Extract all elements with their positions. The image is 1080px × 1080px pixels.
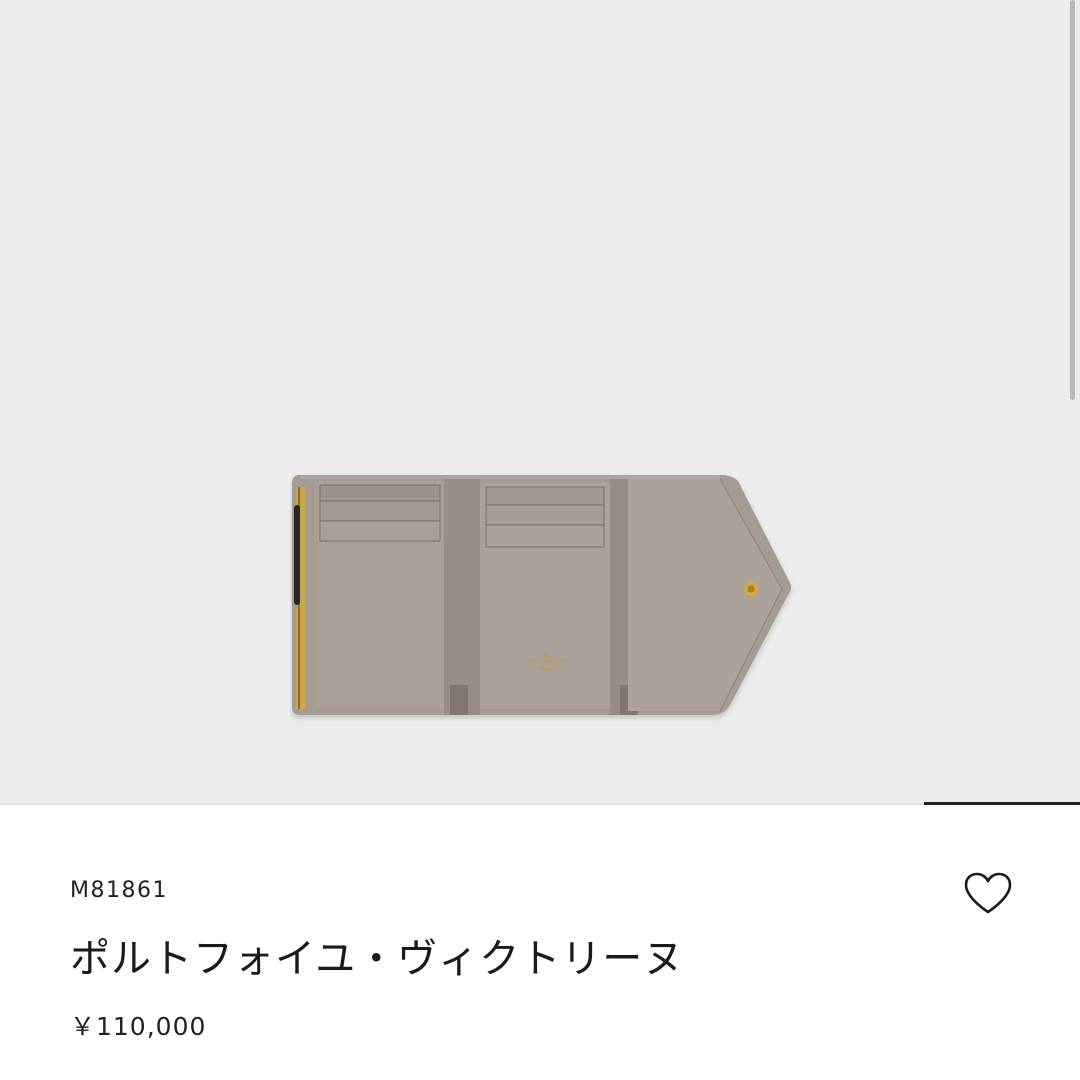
product-sku: M81861: [70, 878, 168, 903]
product-price: ￥110,000: [70, 1012, 207, 1041]
heart-outline-icon: [964, 872, 1012, 914]
product-image: LOUIS VUITTON PARIS: [290, 465, 810, 735]
divider: [0, 803, 1080, 805]
carousel-indicator: [924, 802, 1080, 805]
image-logo-subtext: PARIS: [539, 667, 552, 673]
product-page: LOUIS VUITTON PARIS M81861 ポルトフォイユ・ヴィクトリ…: [0, 0, 1080, 1080]
wishlist-button[interactable]: [962, 870, 1014, 916]
product-title: ポルトフォイユ・ヴィクトリーヌ: [70, 936, 685, 982]
product-image-carousel[interactable]: LOUIS VUITTON PARIS: [0, 0, 1080, 803]
scrollbar[interactable]: [1070, 0, 1075, 400]
image-logo-text: LOUIS VUITTON: [524, 659, 567, 665]
